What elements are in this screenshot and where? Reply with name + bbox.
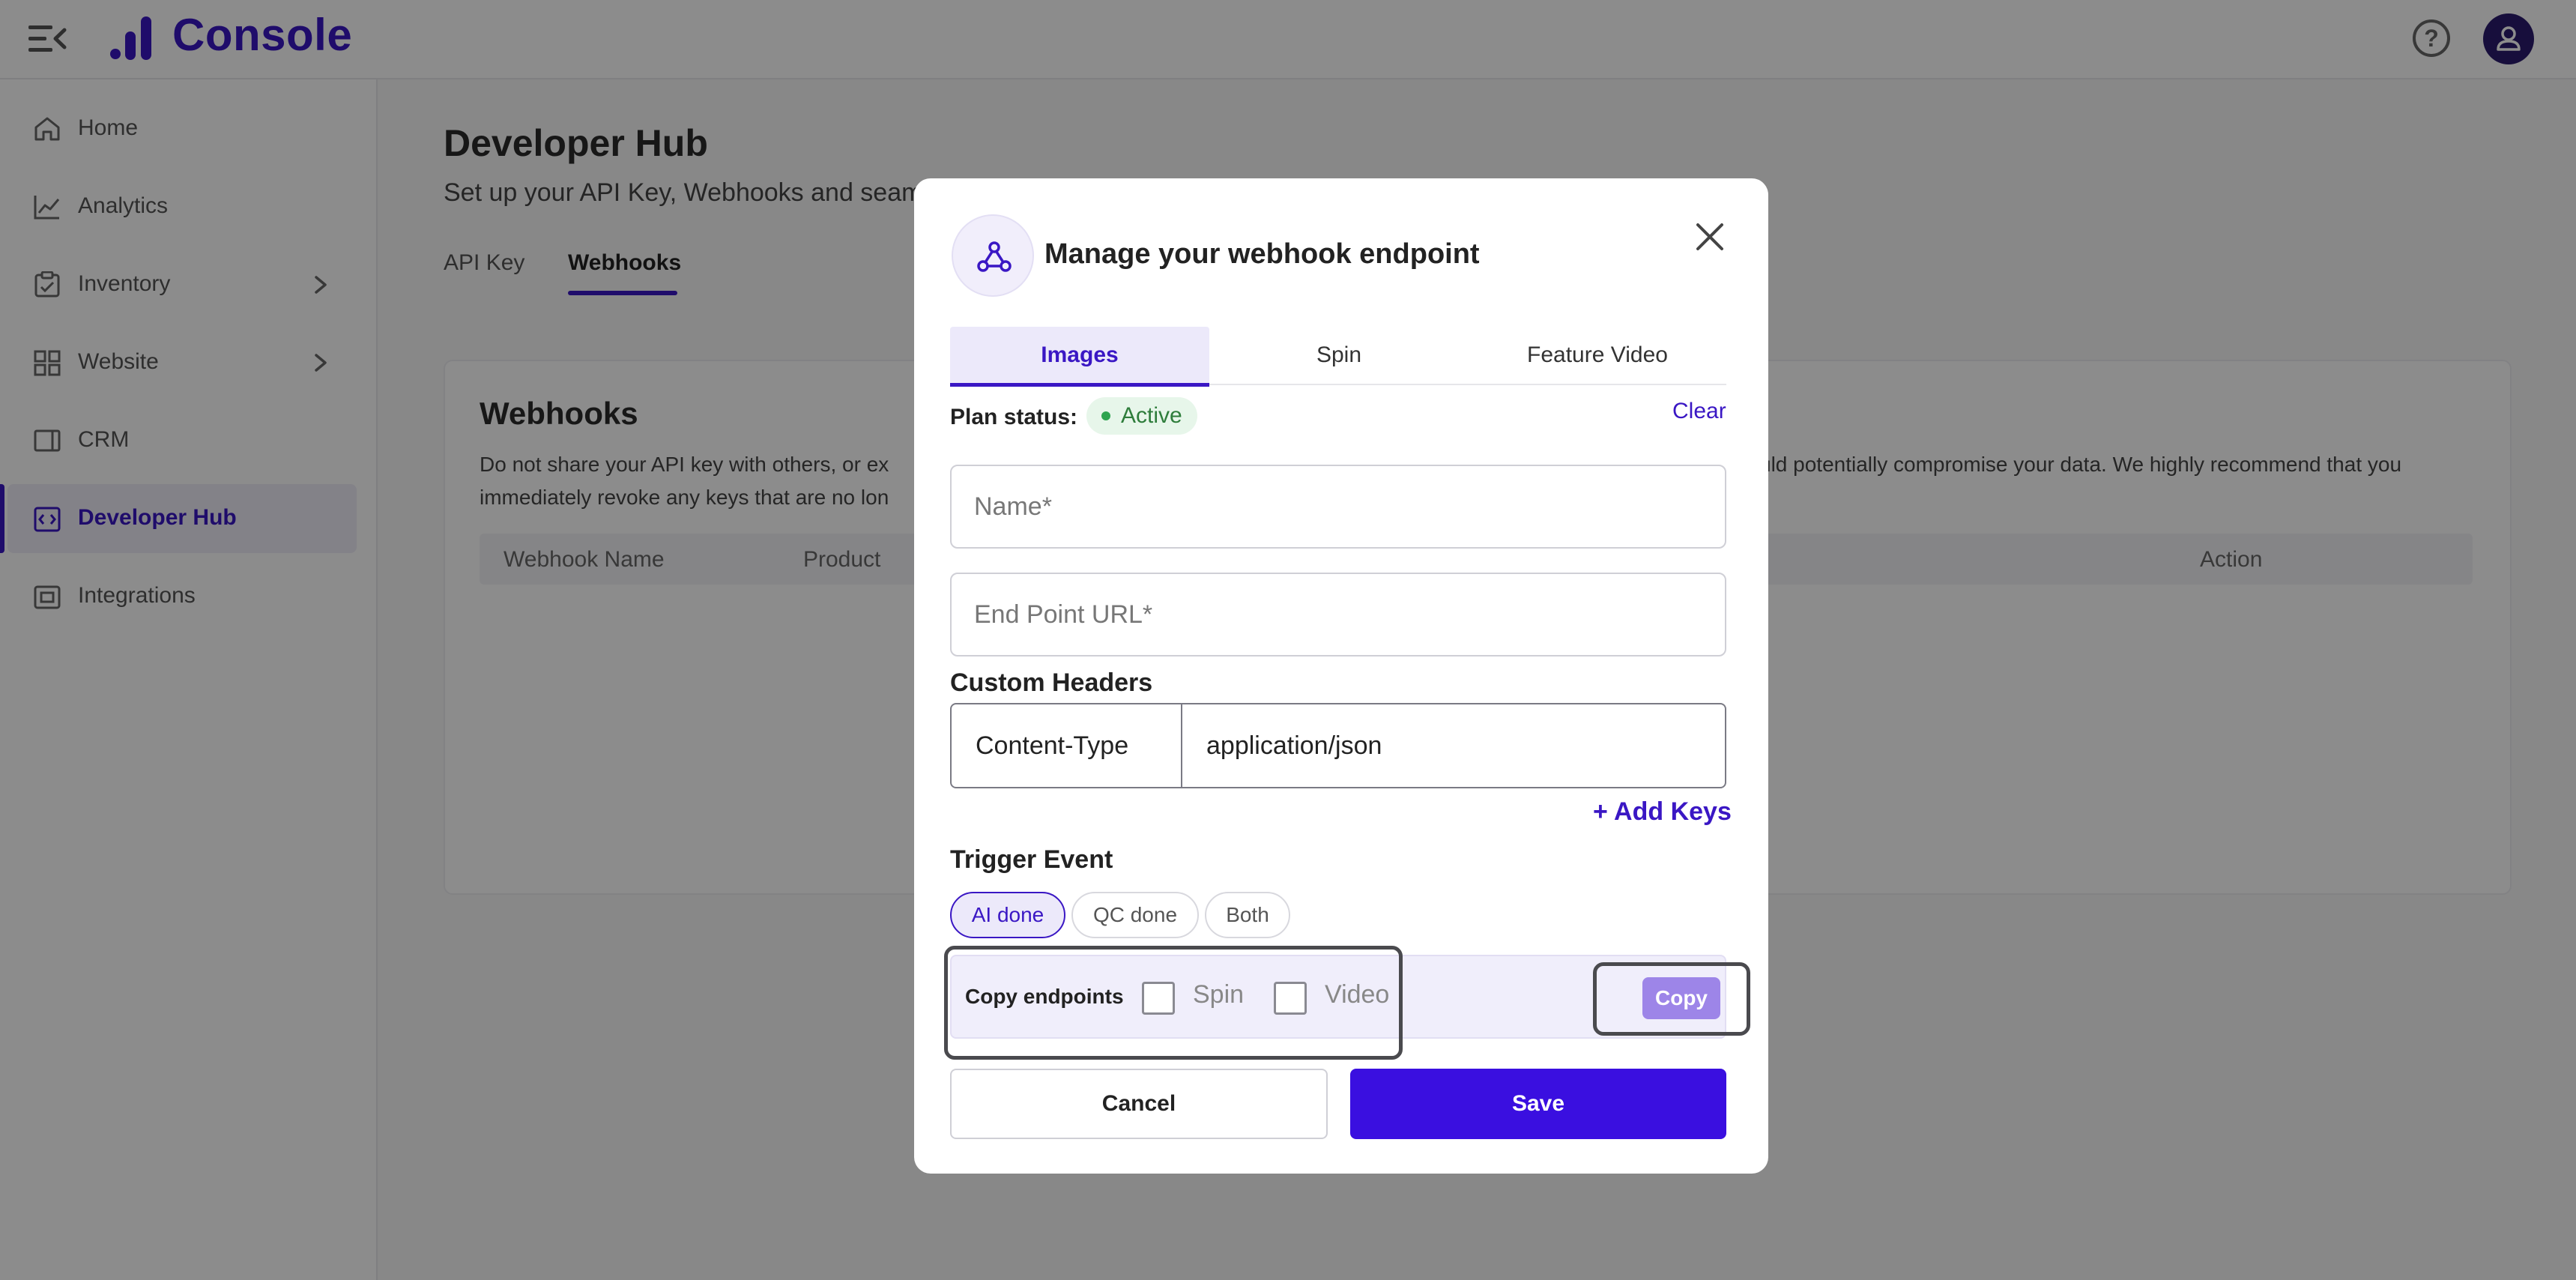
endpoint-field-container [950,573,1726,656]
highlight-frame [944,946,1403,1060]
modal-title: Manage your webhook endpoint [1044,238,1480,270]
plan-status-label: Plan status: [950,405,1078,429]
webhook-modal: Manage your webhook endpoint Images Spin… [914,178,1768,1174]
clear-button[interactable]: Clear [1672,399,1726,424]
close-icon[interactable] [1693,220,1726,253]
trigger-event-label: Trigger Event [950,845,1113,874]
header-key-field[interactable]: Content-Type [952,704,1182,787]
name-field-container [950,465,1726,549]
tab-feature-video[interactable]: Feature Video [1469,327,1726,384]
status-badge: Active [1086,397,1197,435]
webhook-icon [952,214,1034,297]
add-keys-button[interactable]: + Add Keys [1593,797,1732,827]
cancel-button[interactable]: Cancel [950,1069,1328,1139]
trigger-ai-done-chip[interactable]: AI done [950,892,1065,938]
header-value-field[interactable]: application/json [1182,704,1725,787]
name-field[interactable] [974,466,1701,547]
highlight-frame [1593,962,1750,1036]
custom-headers-label: Custom Headers [950,668,1153,697]
endpoint-url-field[interactable] [974,574,1701,655]
modal-tabs: Images Spin Feature Video [950,327,1726,387]
trigger-qc-done-chip[interactable]: QC done [1071,892,1199,938]
custom-header-row: Content-Type application/json [950,703,1726,788]
trigger-both-chip[interactable]: Both [1205,892,1290,938]
tab-images[interactable]: Images [950,327,1209,387]
save-button[interactable]: Save [1350,1069,1726,1139]
tab-spin[interactable]: Spin [1209,327,1469,384]
